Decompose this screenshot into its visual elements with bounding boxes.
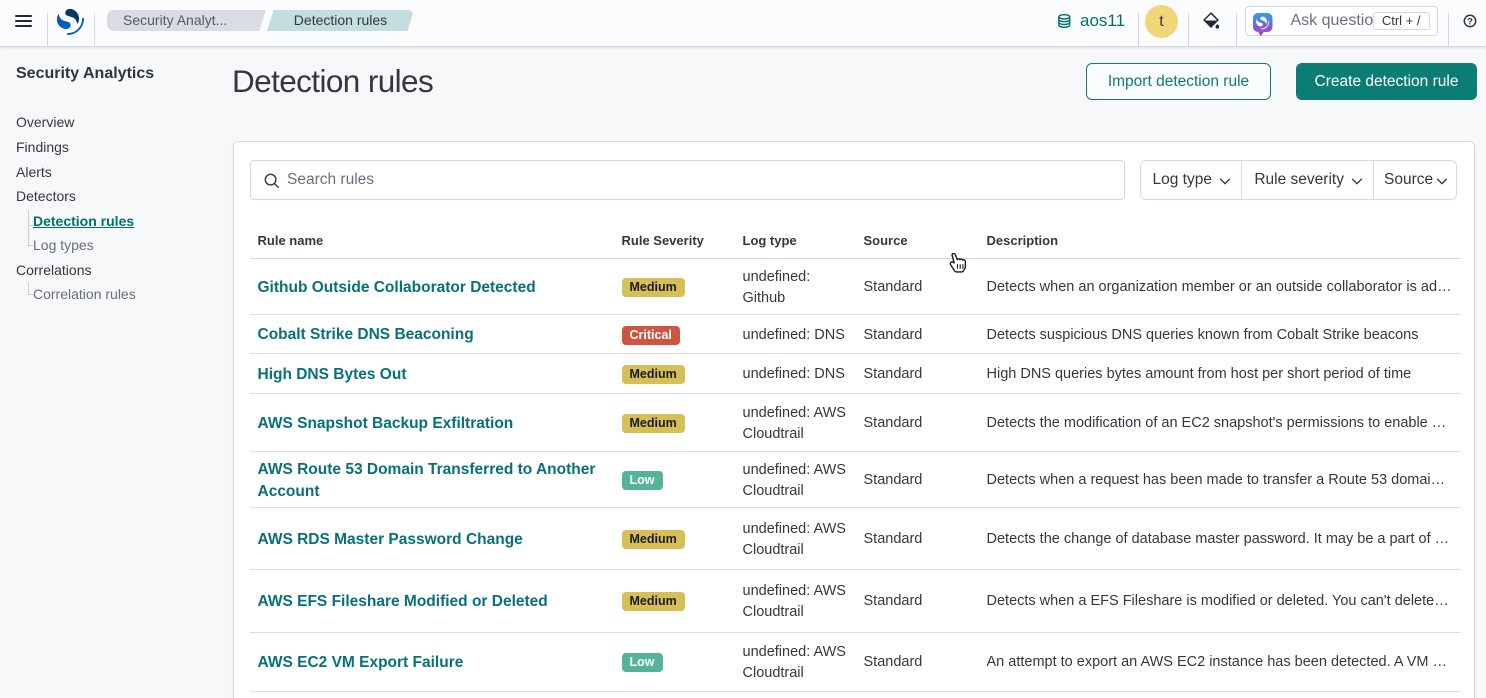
svg-text:?: ? [1467, 17, 1473, 28]
